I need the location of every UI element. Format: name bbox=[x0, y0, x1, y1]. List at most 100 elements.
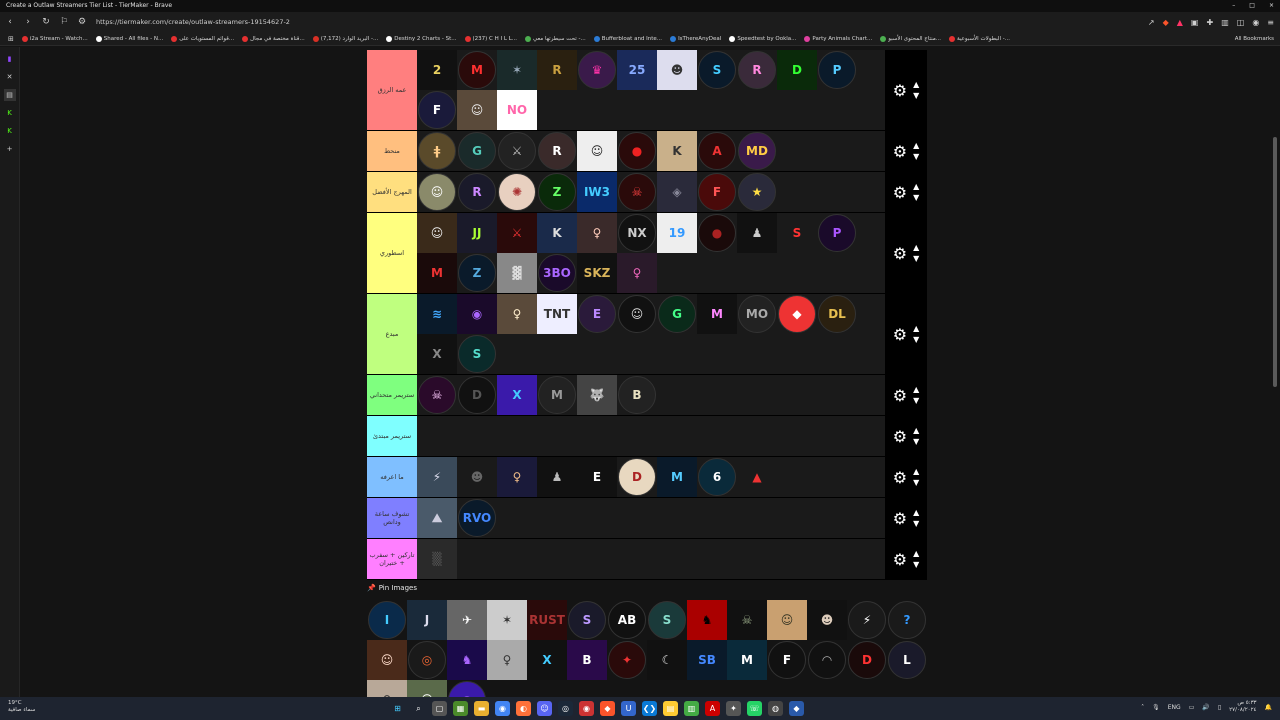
close-button[interactable]: × bbox=[1269, 0, 1274, 12]
x-icon[interactable]: ✕ bbox=[4, 71, 16, 83]
chevron-up-icon[interactable]: ▲ bbox=[913, 242, 919, 253]
steam-icon[interactable]: ◎ bbox=[558, 701, 573, 716]
streamer-image[interactable]: ♀ bbox=[487, 640, 527, 680]
streamer-image[interactable]: Z bbox=[537, 172, 577, 212]
streamer-image[interactable]: ☺ bbox=[417, 172, 457, 212]
chevron-up-icon[interactable]: ▲ bbox=[913, 548, 919, 559]
wallet-icon[interactable]: ◫ bbox=[1237, 18, 1245, 27]
streamer-image[interactable]: SB bbox=[687, 640, 727, 680]
streamer-image[interactable]: ✦ bbox=[607, 640, 647, 680]
streamer-image[interactable]: ◉ bbox=[457, 294, 497, 334]
brave-shields-icon[interactable]: ◆ bbox=[1163, 18, 1169, 27]
streamer-image[interactable]: ▒ bbox=[417, 539, 457, 579]
chevron-up-icon[interactable]: ˄ bbox=[1141, 704, 1144, 711]
app-icon-4[interactable]: ✦ bbox=[726, 701, 741, 716]
streamer-image[interactable]: ♞ bbox=[687, 600, 727, 640]
streamer-image[interactable]: R bbox=[537, 131, 577, 171]
streamer-image[interactable]: F bbox=[767, 640, 807, 680]
streamer-image[interactable]: ♀ bbox=[497, 457, 537, 497]
gear-icon[interactable]: ⚙ bbox=[893, 509, 907, 528]
battery-icon[interactable]: ▯ bbox=[1218, 704, 1221, 711]
mic-icon[interactable]: 🎙 bbox=[1152, 704, 1160, 711]
twitch-icon[interactable]: ▮ bbox=[4, 53, 16, 65]
discord-icon[interactable]: ☺ bbox=[537, 701, 552, 716]
bookmark-item[interactable]: البطولات الأسبوعية -... bbox=[949, 35, 1010, 42]
streamer-image[interactable]: ☻ bbox=[457, 457, 497, 497]
tiermaker-icon[interactable]: ▤ bbox=[3, 89, 16, 101]
streamer-image[interactable]: R bbox=[537, 50, 577, 90]
streamer-image[interactable]: ☠ bbox=[417, 375, 457, 415]
streamer-image[interactable]: M bbox=[727, 640, 767, 680]
streamer-image[interactable]: ✈ bbox=[447, 600, 487, 640]
streamer-image[interactable]: RVO bbox=[457, 498, 497, 538]
streamer-image[interactable]: ⚔ bbox=[497, 213, 537, 253]
chevron-up-icon[interactable]: ▲ bbox=[913, 384, 919, 395]
bookmark-item[interactable]: قناة مختصة في مجال... bbox=[242, 35, 305, 42]
gear-icon[interactable]: ⚙ bbox=[893, 386, 907, 405]
chevron-down-icon[interactable]: ▼ bbox=[913, 559, 919, 570]
streamer-image[interactable]: ♀ bbox=[617, 253, 657, 293]
sidebar-toggle-icon[interactable]: ▥ bbox=[1221, 18, 1229, 27]
start-icon[interactable]: ⊞ bbox=[390, 701, 405, 716]
tier-drop-zone[interactable]: ☺ R ✺ Z IW3 ☠ ◈ F ★ bbox=[417, 172, 885, 212]
chevron-down-icon[interactable]: ▼ bbox=[913, 518, 919, 529]
scrollbar[interactable] bbox=[1273, 137, 1277, 387]
maximize-button[interactable]: □ bbox=[1249, 0, 1255, 12]
streamer-image[interactable]: 19 bbox=[657, 213, 697, 253]
streamer-image[interactable]: F bbox=[697, 172, 737, 212]
chevron-up-icon[interactable]: ▲ bbox=[913, 323, 919, 334]
streamer-image[interactable]: Z bbox=[457, 253, 497, 293]
app-icon-5[interactable]: ◍ bbox=[768, 701, 783, 716]
chevron-up-icon[interactable]: ▲ bbox=[913, 79, 919, 90]
gear-icon[interactable]: ⚙ bbox=[893, 427, 907, 446]
menu-icon[interactable]: ≡ bbox=[1267, 18, 1274, 27]
chevron-down-icon[interactable]: ▼ bbox=[913, 192, 919, 203]
chevron-up-icon[interactable]: ▲ bbox=[913, 466, 919, 477]
tier-label[interactable]: تشوف ساعة ودانص bbox=[367, 498, 417, 538]
bookmark-item[interactable]: Party Animals Chart... bbox=[804, 35, 872, 42]
bookmark-item[interactable]: i2a Stream - Watch... bbox=[21, 35, 88, 42]
streamer-image[interactable]: M bbox=[657, 457, 697, 497]
streamer-image[interactable]: ☺ bbox=[417, 213, 457, 253]
back-icon[interactable]: ‹ bbox=[2, 14, 18, 30]
address-bar[interactable]: https://tiermaker.com/create/outlaw-stre… bbox=[96, 18, 290, 26]
streamer-image[interactable]: ☺ bbox=[617, 294, 657, 334]
tier-drop-zone[interactable]: 2 M ✶ R ♛ 25 ☻ S R D P F ☺ NO bbox=[417, 50, 885, 130]
streamer-image[interactable]: MO bbox=[737, 294, 777, 334]
chevron-down-icon[interactable]: ▼ bbox=[913, 334, 919, 345]
volume-icon[interactable]: 🔊 bbox=[1202, 704, 1209, 711]
streamer-image[interactable]: ⛰ bbox=[417, 498, 457, 538]
streamer-image[interactable]: ≋ bbox=[417, 294, 457, 334]
whatsapp-icon[interactable]: ☏ bbox=[747, 701, 762, 716]
streamer-image[interactable]: ☺ bbox=[767, 600, 807, 640]
share-icon[interactable]: ↗ bbox=[1148, 18, 1155, 27]
streamer-image[interactable]: B bbox=[617, 375, 657, 415]
lang-indicator[interactable]: ENG bbox=[1168, 704, 1181, 711]
streamer-image[interactable]: ◈ bbox=[657, 172, 697, 212]
add-panel-icon[interactable]: + bbox=[4, 143, 16, 155]
streamer-image[interactable]: M bbox=[697, 294, 737, 334]
minimize-button[interactable]: – bbox=[1232, 0, 1235, 12]
bookmark-item[interactable]: تحت سيطرتها معي -... bbox=[525, 35, 586, 42]
bookmark-icon[interactable]: ⚐ bbox=[56, 14, 72, 30]
bookmark-item[interactable]: IsThereAnyDeal bbox=[670, 35, 721, 42]
streamer-image[interactable]: ♀ bbox=[497, 294, 537, 334]
notifications-icon[interactable]: 🔔 bbox=[1265, 704, 1272, 711]
chevron-down-icon[interactable]: ▼ bbox=[913, 477, 919, 488]
notes-icon[interactable]: ▤ bbox=[663, 701, 678, 716]
firefox-icon[interactable]: ◐ bbox=[516, 701, 531, 716]
explorer-icon[interactable]: ▬ bbox=[474, 701, 489, 716]
bookmark-item[interactable]: (7,172) البريد الوارد -... bbox=[312, 35, 378, 42]
streamer-image[interactable]: S bbox=[697, 50, 737, 90]
app-icon-3[interactable]: ▥ bbox=[684, 701, 699, 716]
streamer-image[interactable]: ☻ bbox=[657, 50, 697, 90]
streamer-image[interactable]: S bbox=[567, 600, 607, 640]
chevron-down-icon[interactable]: ▼ bbox=[913, 90, 919, 101]
streamer-image[interactable]: DL bbox=[817, 294, 857, 334]
streamer-image[interactable]: SKZ bbox=[577, 253, 617, 293]
streamer-image[interactable]: ♞ bbox=[447, 640, 487, 680]
tier-drop-zone[interactable]: ≋ ◉ ♀ TNT E ☺ G M MO ◆ DL X S bbox=[417, 294, 885, 374]
streamer-image[interactable]: L bbox=[887, 640, 927, 680]
streamer-image[interactable]: TNT bbox=[537, 294, 577, 334]
streamer-image[interactable]: D bbox=[457, 375, 497, 415]
